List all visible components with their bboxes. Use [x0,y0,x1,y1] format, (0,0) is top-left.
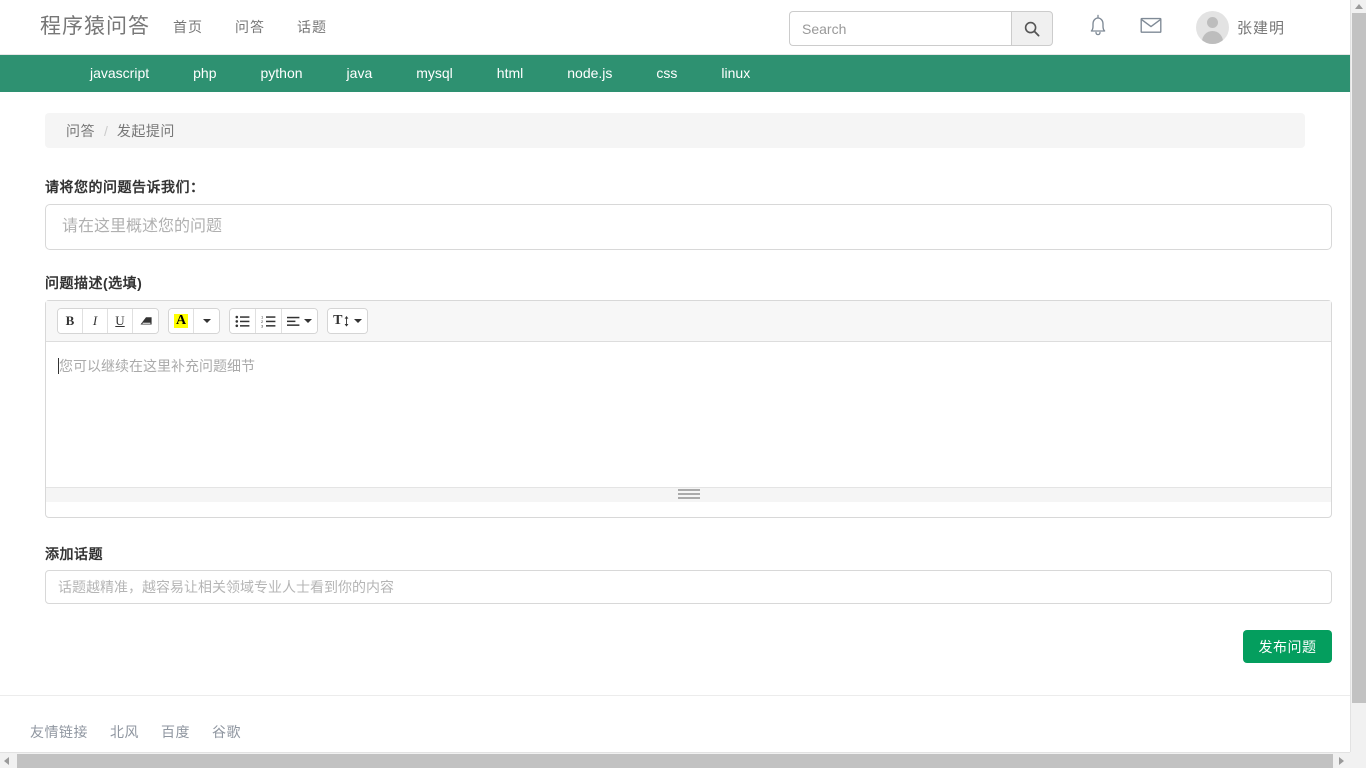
editor-resize-handle[interactable] [46,487,1331,502]
question-title-label: 请将您的问题告诉我们： [45,179,205,195]
site-brand[interactable]: 程序猿问答 [40,12,150,42]
underline-icon[interactable]: U [108,309,133,333]
italic-icon[interactable]: I [83,309,108,333]
footer-link-beifeng[interactable]: 北风 [110,722,139,742]
scroll-up-arrow-icon[interactable] [1355,4,1363,9]
vertical-scrollbar[interactable] [1350,0,1366,752]
chevron-down-icon [354,319,363,323]
footer-heading: 友情链接 [30,724,88,740]
footer-link-google[interactable]: 谷歌 [212,722,241,742]
resize-grip-icon [677,489,700,501]
publish-question-button[interactable]: 发布问题 [1243,630,1332,663]
messages-button[interactable] [1139,14,1163,41]
user-name: 张建明 [1237,20,1286,37]
envelope-icon [1140,17,1162,33]
align-button[interactable] [282,309,318,333]
rich-text-editor: B I U A 1 2 3 T 您可以继续在这里补充问题细节 [45,300,1332,518]
nav-item-qa[interactable]: 问答 [235,16,265,38]
highlight-color-button[interactable]: A [169,309,195,333]
tag-item-nodejs[interactable]: node.js [545,55,634,92]
updown-arrow-icon [345,315,349,327]
eraser-icon [140,316,152,324]
svg-text:3: 3 [261,323,264,328]
align-left-icon [287,316,300,326]
eraser-button[interactable] [133,309,158,333]
scroll-left-arrow-icon[interactable] [4,757,9,765]
nav-item-home[interactable]: 首页 [173,16,203,38]
bell-icon [1090,14,1106,36]
search-box [789,11,1053,46]
notifications-button[interactable] [1087,14,1109,43]
unordered-list-button[interactable] [230,309,257,333]
question-desc-label: 问题描述(选填) [45,275,143,291]
footer-divider [0,695,1350,696]
search-icon [1024,21,1040,37]
breadcrumb-separator: / [104,122,108,139]
tag-item-php[interactable]: php [171,55,238,92]
editor-group-color: A [168,308,221,334]
editor-content-area[interactable]: 您可以继续在这里补充问题细节 [46,342,1331,502]
editor-group-lists: 1 2 3 [229,308,319,334]
tag-item-html[interactable]: html [475,55,545,92]
add-topic-input[interactable] [45,570,1332,604]
editor-group-lineheight: T [327,308,369,334]
bold-icon[interactable]: B [58,309,83,333]
chevron-down-icon [304,319,313,323]
editor-group-styles: B I U [57,308,159,334]
breadcrumb: 问答 / 发起提问 [45,113,1305,148]
tag-item-javascript[interactable]: javascript [68,55,171,92]
user-menu[interactable]: 张建明 [1196,11,1285,44]
tag-navigation-list: javascript php python java mysql html no… [68,55,772,92]
search-input[interactable] [789,11,1011,46]
highlight-dropdown-button[interactable] [194,309,220,333]
tag-item-css[interactable]: css [634,55,699,92]
tag-item-mysql[interactable]: mysql [394,55,475,92]
user-avatar [1196,11,1229,44]
breadcrumb-current: 发起提问 [116,122,175,139]
scrollbar-corner [1350,752,1366,768]
breadcrumb-parent[interactable]: 问答 [66,121,95,141]
top-header: 程序猿问答 首页 问答 话题 Search 张建明 [0,0,1350,55]
editor-placeholder-text: 您可以继续在这里补充问题细节 [59,358,255,374]
ordered-list-icon: 1 2 3 [261,315,276,328]
main-navigation: 首页 问答 话题 [173,16,327,38]
chevron-down-icon [202,319,211,323]
page-root: 程序猿问答 首页 问答 话题 Search 张建明 javascript php… [0,0,1366,768]
line-height-icon: T [333,313,343,328]
unordered-list-icon [235,315,250,327]
tag-navigation-bar: javascript php python java mysql html no… [0,55,1350,92]
horizontal-scrollbar[interactable] [0,752,1366,768]
tag-item-java[interactable]: java [325,55,395,92]
line-height-button[interactable]: T [328,309,368,333]
footer-link-baidu[interactable]: 百度 [161,722,190,742]
highlight-color-icon: A [174,313,189,328]
add-topic-label: 添加话题 [45,546,103,562]
horizontal-scrollbar-thumb[interactable] [17,754,1333,768]
tag-item-python[interactable]: python [239,55,325,92]
tag-item-linux[interactable]: linux [699,55,772,92]
scroll-right-arrow-icon[interactable] [1339,757,1344,765]
search-button[interactable] [1011,11,1053,46]
ordered-list-button[interactable]: 1 2 3 [256,309,283,333]
nav-item-topic[interactable]: 话题 [297,16,327,38]
footer-links: 友情链接 北风 百度 谷歌 [30,722,241,742]
question-title-input[interactable] [45,204,1332,250]
editor-toolbar: B I U A 1 2 3 T [46,301,1331,342]
vertical-scrollbar-thumb[interactable] [1352,13,1366,703]
